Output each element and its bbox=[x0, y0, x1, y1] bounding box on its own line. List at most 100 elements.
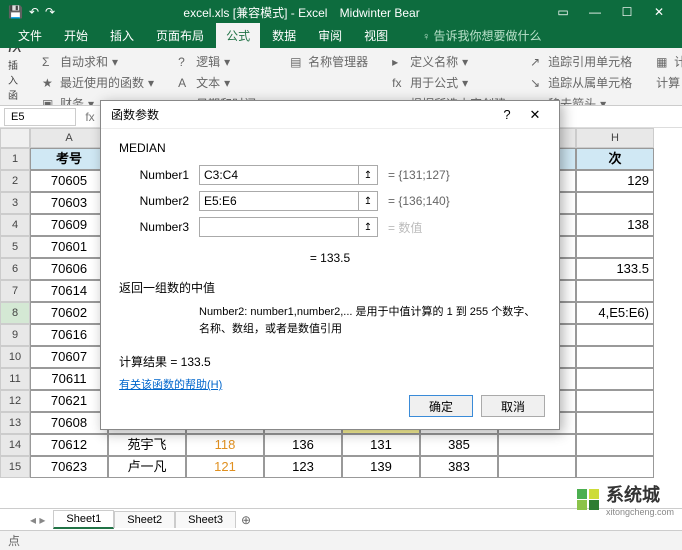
cell[interactable] bbox=[576, 236, 654, 258]
cancel-button[interactable]: 取消 bbox=[481, 395, 545, 417]
row-header[interactable]: 14 bbox=[0, 434, 30, 456]
arg1-range-picker-icon[interactable]: ↥ bbox=[358, 165, 378, 185]
function-help-link[interactable]: 有关该函数的帮助(H) bbox=[119, 379, 222, 391]
add-sheet-button[interactable]: ⊕ bbox=[236, 513, 256, 527]
calc-options-button[interactable]: ▦计算选项 bbox=[652, 52, 682, 71]
cell[interactable]: 70623 bbox=[30, 456, 108, 478]
cell[interactable]: 70605 bbox=[30, 170, 108, 192]
row-header[interactable]: 2 bbox=[0, 170, 30, 192]
use-formula-button[interactable]: fx用于公式 ▾ bbox=[388, 73, 510, 92]
row-header[interactable]: 8 bbox=[0, 302, 30, 324]
cell[interactable]: 70612 bbox=[30, 434, 108, 456]
cell[interactable] bbox=[498, 434, 576, 456]
ribbon-options-icon[interactable]: ▭ bbox=[548, 0, 578, 24]
cell[interactable]: 70608 bbox=[30, 412, 108, 434]
minimize-icon[interactable]: — bbox=[580, 0, 610, 24]
cell[interactable]: 70603 bbox=[30, 192, 108, 214]
cell[interactable]: 70621 bbox=[30, 390, 108, 412]
fx-label-icon[interactable]: fx bbox=[80, 110, 100, 124]
cell[interactable]: 70602 bbox=[30, 302, 108, 324]
arg2-input[interactable] bbox=[199, 191, 359, 211]
tab-nav-icons[interactable]: ◂ ▸ bbox=[30, 513, 45, 527]
row-header[interactable]: 9 bbox=[0, 324, 30, 346]
save-icon[interactable]: 💾 bbox=[8, 5, 23, 19]
cell[interactable]: 136 bbox=[264, 434, 342, 456]
tab-layout[interactable]: 页面布局 bbox=[146, 23, 214, 48]
cell[interactable]: 70616 bbox=[30, 324, 108, 346]
row-header[interactable]: 3 bbox=[0, 192, 30, 214]
insert-function-button[interactable]: fx 插入函数 bbox=[8, 52, 22, 101]
row-header[interactable]: 5 bbox=[0, 236, 30, 258]
cell[interactable]: 129 bbox=[576, 170, 654, 192]
row-header[interactable]: 1 bbox=[0, 148, 30, 170]
col-header[interactable]: H bbox=[576, 128, 654, 148]
close-icon[interactable]: ✕ bbox=[644, 0, 674, 24]
trace-dependents-button[interactable]: ↘追踪从属单元格 bbox=[526, 73, 636, 92]
name-manager-button[interactable]: ▤名称管理器 bbox=[286, 52, 372, 71]
row-header[interactable]: 7 bbox=[0, 280, 30, 302]
cell[interactable]: 70614 bbox=[30, 280, 108, 302]
cell[interactable]: 4,E5:E6) bbox=[576, 302, 654, 324]
recent-functions-button[interactable]: ★最近使用的函数 ▾ bbox=[38, 73, 158, 92]
sheet-tab-1[interactable]: Sheet1 bbox=[53, 510, 114, 529]
row-header[interactable]: 13 bbox=[0, 412, 30, 434]
trace-precedents-button[interactable]: ↗追踪引用单元格 bbox=[526, 52, 636, 71]
row-header[interactable]: 6 bbox=[0, 258, 30, 280]
cell[interactable]: 383 bbox=[420, 456, 498, 478]
arg2-range-picker-icon[interactable]: ↥ bbox=[358, 191, 378, 211]
cell[interactable]: 385 bbox=[420, 434, 498, 456]
dialog-help-icon[interactable]: ? bbox=[493, 103, 521, 127]
cell[interactable] bbox=[576, 412, 654, 434]
row-header[interactable]: 10 bbox=[0, 346, 30, 368]
row-header[interactable]: 15 bbox=[0, 456, 30, 478]
tab-review[interactable]: 审阅 bbox=[308, 23, 352, 48]
tab-tellme[interactable]: ♀ 告诉我你想要做什么 bbox=[412, 23, 551, 48]
cell[interactable]: 70606 bbox=[30, 258, 108, 280]
logical-button[interactable]: ?逻辑 ▾ bbox=[174, 52, 270, 71]
maximize-icon[interactable]: ☐ bbox=[612, 0, 642, 24]
cell[interactable]: 70601 bbox=[30, 236, 108, 258]
cell[interactable]: 118 bbox=[186, 434, 264, 456]
sheet-tab-2[interactable]: Sheet2 bbox=[114, 511, 175, 528]
row-header[interactable]: 11 bbox=[0, 368, 30, 390]
calc-now-button[interactable]: 计算 bbox=[652, 73, 682, 92]
dialog-close-icon[interactable]: ✕ bbox=[521, 103, 549, 127]
cell[interactable] bbox=[576, 280, 654, 302]
cell[interactable] bbox=[576, 368, 654, 390]
select-all-corner[interactable] bbox=[0, 128, 30, 148]
tab-home[interactable]: 开始 bbox=[54, 23, 98, 48]
cell[interactable] bbox=[498, 456, 576, 478]
autosum-button[interactable]: Σ自动求和 ▾ bbox=[38, 52, 158, 71]
cell[interactable]: 卢一凡 bbox=[108, 456, 186, 478]
ok-button[interactable]: 确定 bbox=[409, 395, 473, 417]
cell[interactable]: 次 bbox=[576, 148, 654, 170]
name-box[interactable] bbox=[4, 108, 76, 126]
cell[interactable] bbox=[576, 324, 654, 346]
row-header[interactable]: 4 bbox=[0, 214, 30, 236]
cell[interactable]: 70609 bbox=[30, 214, 108, 236]
cell[interactable]: 133.5 bbox=[576, 258, 654, 280]
tab-file[interactable]: 文件 bbox=[8, 23, 52, 48]
tab-data[interactable]: 数据 bbox=[262, 23, 306, 48]
tab-formulas[interactable]: 公式 bbox=[216, 23, 260, 48]
cell[interactable] bbox=[576, 434, 654, 456]
redo-icon[interactable]: ↷ bbox=[45, 5, 55, 19]
cell[interactable]: 123 bbox=[264, 456, 342, 478]
arg1-input[interactable] bbox=[199, 165, 359, 185]
row-header[interactable]: 12 bbox=[0, 390, 30, 412]
cell[interactable]: 139 bbox=[342, 456, 420, 478]
tab-view[interactable]: 视图 bbox=[354, 23, 398, 48]
arg3-input[interactable] bbox=[199, 217, 359, 237]
define-name-button[interactable]: ▸定义名称 ▾ bbox=[388, 52, 510, 71]
cell[interactable]: 70611 bbox=[30, 368, 108, 390]
cell[interactable]: 苑宇飞 bbox=[108, 434, 186, 456]
arg3-range-picker-icon[interactable]: ↥ bbox=[358, 217, 378, 237]
sheet-tab-3[interactable]: Sheet3 bbox=[175, 511, 236, 528]
cell[interactable] bbox=[576, 390, 654, 412]
cell[interactable] bbox=[576, 192, 654, 214]
text-button[interactable]: A文本 ▾ bbox=[174, 73, 270, 92]
cell[interactable] bbox=[576, 456, 654, 478]
cell[interactable]: 131 bbox=[342, 434, 420, 456]
cell[interactable] bbox=[576, 346, 654, 368]
undo-icon[interactable]: ↶ bbox=[29, 5, 39, 19]
